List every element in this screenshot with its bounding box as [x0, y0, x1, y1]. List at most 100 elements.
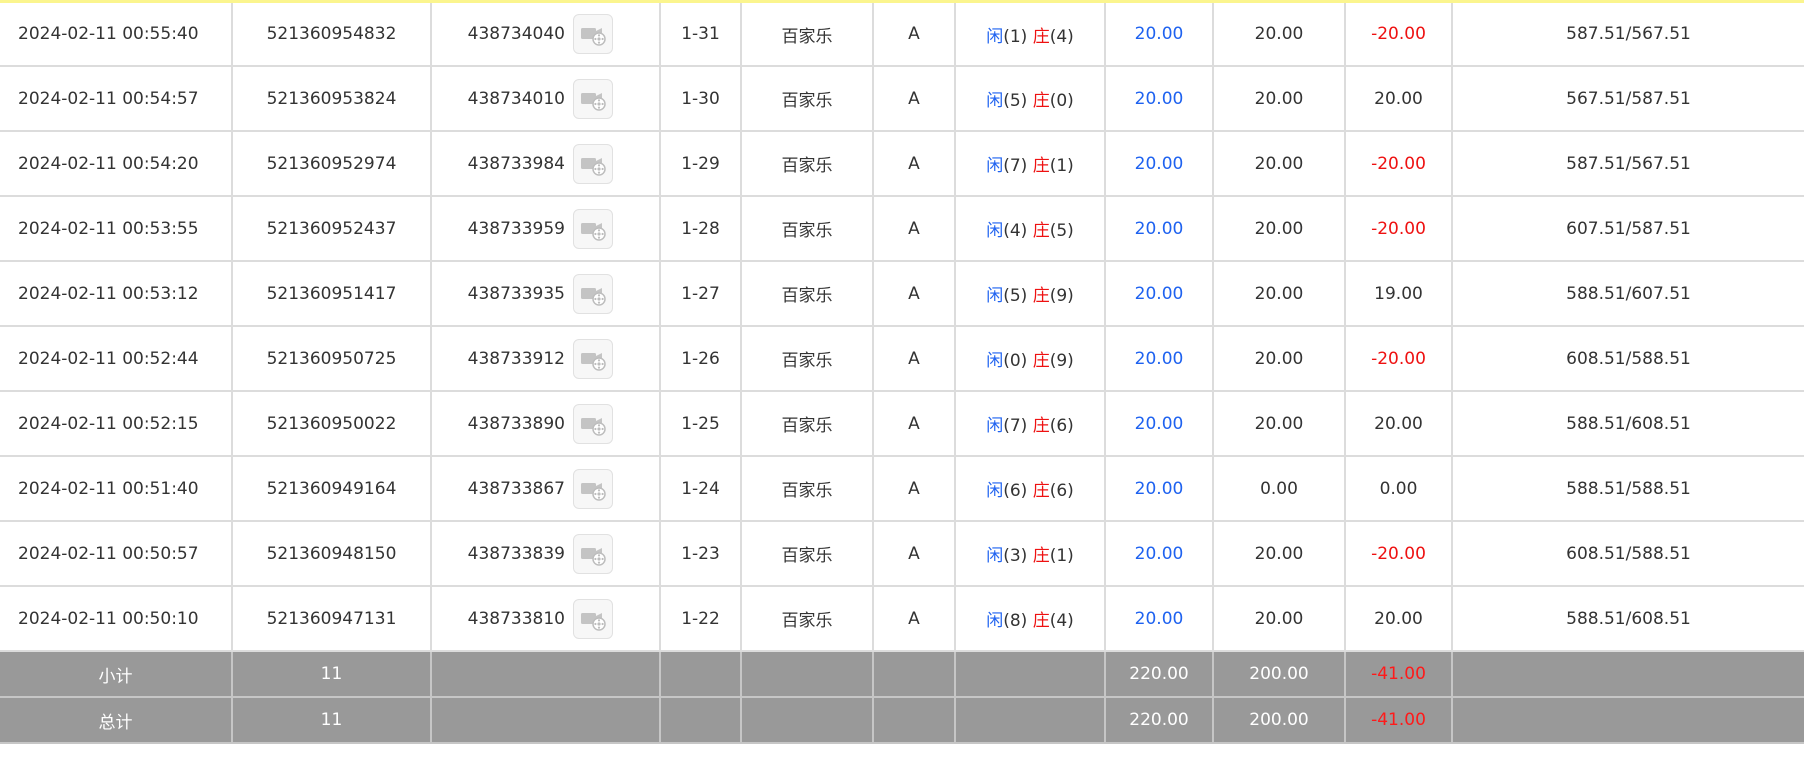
win-loss: -20.00	[1344, 195, 1453, 262]
round-cell: 438734040	[430, 3, 661, 67]
table-id: A	[872, 130, 956, 197]
shoe-hand: 1-28	[659, 195, 742, 262]
valid-amount: 20.00	[1212, 3, 1346, 67]
round-detail-button[interactable]	[573, 273, 613, 314]
game-type: 百家乐	[740, 65, 874, 132]
bet-number: 521360950725	[231, 325, 432, 392]
bet-records-table: 2024-02-11 00:55:40 521360954832 438734040…	[0, 3, 1804, 744]
win-loss: 19.00	[1344, 260, 1453, 327]
round-cell: 438733810	[430, 585, 661, 652]
game-type: 百家乐	[740, 260, 874, 327]
result-cell: 闲(0) 庄(9)	[954, 325, 1106, 392]
table-id: A	[872, 325, 956, 392]
bet-number: 521360954832	[231, 3, 432, 67]
bet-time: 2024-02-11 00:53:12	[0, 260, 233, 327]
win-loss: -20.00	[1344, 130, 1453, 197]
round-cell: 438733935	[430, 260, 661, 327]
round-detail-button[interactable]	[573, 208, 613, 249]
round-detail-button[interactable]	[573, 338, 613, 379]
result-cell: 闲(5) 庄(9)	[954, 260, 1106, 327]
round-detail-button[interactable]	[573, 468, 613, 509]
shoe-hand: 1-29	[659, 130, 742, 197]
round-cell: 438733867	[430, 455, 661, 522]
video-replay-icon	[581, 482, 606, 501]
player-score: (5)	[1003, 91, 1028, 111]
video-replay-icon	[581, 417, 606, 436]
valid-amount: 20.00	[1212, 325, 1346, 392]
banker-score: (9)	[1049, 351, 1074, 371]
round-detail-button[interactable]	[573, 78, 613, 119]
round-number: 438733839	[467, 543, 565, 564]
round-cell: 438733984	[430, 130, 661, 197]
banker-label: 庄	[1032, 156, 1050, 176]
player-label: 闲	[986, 546, 1004, 566]
bet-amount: 20.00	[1104, 325, 1214, 392]
shoe-hand: 1-25	[659, 390, 742, 457]
table-id: A	[872, 65, 956, 132]
video-replay-icon	[581, 28, 606, 46]
table-row: 2024-02-11 00:53:12 521360951417 438733935…	[0, 260, 1804, 327]
shoe-hand: 1-27	[659, 260, 742, 327]
result-cell: 闲(7) 庄(1)	[954, 130, 1106, 197]
player-score: (3)	[1003, 546, 1028, 566]
banker-score: (4)	[1049, 26, 1074, 47]
round-detail-button[interactable]	[573, 143, 613, 184]
balance-before-after: 567.51/587.51	[1451, 65, 1804, 132]
banker-score: (9)	[1049, 286, 1074, 306]
game-type: 百家乐	[740, 455, 874, 522]
subtotal-count: 11	[231, 650, 432, 698]
round-detail-button[interactable]	[573, 533, 613, 574]
result-cell: 闲(8) 庄(4)	[954, 585, 1106, 652]
banker-label: 庄	[1032, 221, 1050, 241]
balance-before-after: 608.51/588.51	[1451, 325, 1804, 392]
round-number: 438733984	[467, 153, 565, 174]
video-replay-icon	[581, 92, 606, 111]
bet-amount: 20.00	[1104, 390, 1214, 457]
player-score: (1)	[1003, 26, 1028, 47]
balance-before-after: 607.51/587.51	[1451, 195, 1804, 262]
player-score: (7)	[1003, 156, 1028, 176]
game-type: 百家乐	[740, 130, 874, 197]
banker-label: 庄	[1032, 351, 1050, 371]
video-replay-icon	[581, 352, 606, 371]
total-bet-amount: 220.00	[1104, 696, 1214, 744]
subtotal-row: 小计 11 220.00 200.00 -41.00	[0, 650, 1804, 698]
bet-time: 2024-02-11 00:51:40	[0, 455, 233, 522]
round-number: 438734010	[467, 88, 565, 109]
total-count: 11	[231, 696, 432, 744]
table-id: A	[872, 455, 956, 522]
round-number: 438734040	[467, 24, 565, 44]
game-type: 百家乐	[740, 390, 874, 457]
bet-amount: 20.00	[1104, 520, 1214, 587]
video-replay-icon	[581, 612, 606, 631]
total-win-loss: -41.00	[1344, 696, 1453, 744]
player-label: 闲	[986, 91, 1004, 111]
table-id: A	[872, 195, 956, 262]
bet-number: 521360950022	[231, 390, 432, 457]
player-label: 闲	[986, 221, 1004, 241]
table-row: 2024-02-11 00:52:15 521360950022 438733890…	[0, 390, 1804, 457]
round-detail-button[interactable]	[573, 598, 613, 639]
bet-amount: 20.00	[1104, 195, 1214, 262]
valid-amount: 20.00	[1212, 195, 1346, 262]
banker-label: 庄	[1032, 546, 1050, 566]
banker-score: (1)	[1049, 546, 1074, 566]
shoe-hand: 1-31	[659, 3, 742, 67]
bet-amount: 20.00	[1104, 455, 1214, 522]
bet-number: 521360948150	[231, 520, 432, 587]
video-replay-icon	[581, 547, 606, 566]
win-loss: 20.00	[1344, 585, 1453, 652]
round-detail-button[interactable]	[573, 403, 613, 444]
round-number: 438733935	[467, 283, 565, 304]
bet-time: 2024-02-11 00:52:15	[0, 390, 233, 457]
round-cell: 438733839	[430, 520, 661, 587]
bet-number: 521360953824	[231, 65, 432, 132]
game-type: 百家乐	[740, 195, 874, 262]
player-label: 闲	[986, 351, 1004, 371]
round-cell: 438734010	[430, 65, 661, 132]
valid-amount: 20.00	[1212, 585, 1346, 652]
table-row: 2024-02-11 00:50:10 521360947131 438733810…	[0, 585, 1804, 652]
bet-amount: 20.00	[1104, 130, 1214, 197]
round-detail-button[interactable]	[573, 14, 613, 54]
video-replay-icon	[581, 157, 606, 176]
